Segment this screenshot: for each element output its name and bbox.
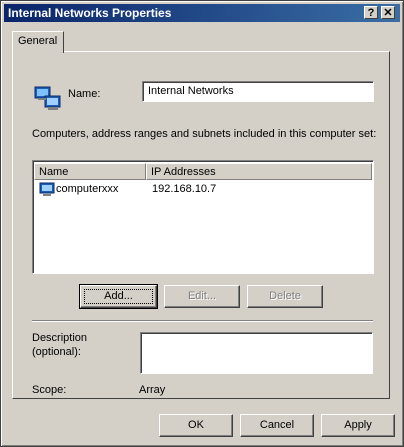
separator [32, 320, 373, 322]
description-label-line1: Description [32, 332, 88, 344]
name-input[interactable]: Internal Networks [142, 81, 374, 102]
list-item-ip: 192.168.10.7 [152, 183, 217, 195]
description-label-line2: (optional): [32, 346, 81, 358]
help-button[interactable]: ? [364, 6, 378, 19]
tab-general[interactable]: General [12, 31, 64, 53]
ok-button[interactable]: OK [159, 414, 233, 437]
computer-set-description: Computers, address ranges and subnets in… [32, 128, 377, 140]
name-input-value: Internal Networks [148, 85, 234, 97]
list-item[interactable]: computerxxx 192.168.10.7 [35, 182, 371, 198]
window-title: Internal Networks Properties [8, 6, 172, 20]
properties-dialog: Internal Networks Properties ? ✕ General… [0, 0, 404, 447]
computer-icon [39, 182, 55, 196]
cancel-button-label: Cancel [259, 419, 295, 431]
column-header-name[interactable]: Name [34, 163, 146, 180]
close-button[interactable]: ✕ [381, 6, 395, 19]
title-bar[interactable]: Internal Networks Properties ? ✕ [4, 4, 400, 22]
tab-general-label: General [18, 35, 58, 47]
apply-button-label: Apply [344, 419, 372, 431]
add-button[interactable]: Add... [79, 284, 158, 309]
delete-button[interactable]: Delete [247, 285, 323, 308]
list-item-name: computerxxx [56, 183, 119, 195]
computers-list[interactable]: Name IP Addresses computerxxx 192.168.10… [32, 160, 374, 274]
ok-button-label: OK [188, 419, 204, 431]
edit-button[interactable]: Edit... [164, 285, 240, 308]
column-header-ip-label: IP Addresses [151, 166, 216, 178]
delete-button-label: Delete [269, 290, 301, 302]
edit-button-label: Edit... [187, 290, 217, 302]
apply-button[interactable]: Apply [321, 414, 395, 437]
scope-label: Scope: [32, 384, 67, 396]
name-label: Name: [68, 88, 101, 100]
close-icon: ✕ [383, 7, 393, 19]
description-input[interactable] [140, 332, 373, 374]
network-computers-icon [34, 86, 61, 110]
cancel-button[interactable]: Cancel [240, 414, 314, 437]
column-header-name-label: Name [39, 166, 69, 178]
column-header-ip[interactable]: IP Addresses [146, 163, 372, 180]
scope-value: Array [139, 384, 166, 396]
